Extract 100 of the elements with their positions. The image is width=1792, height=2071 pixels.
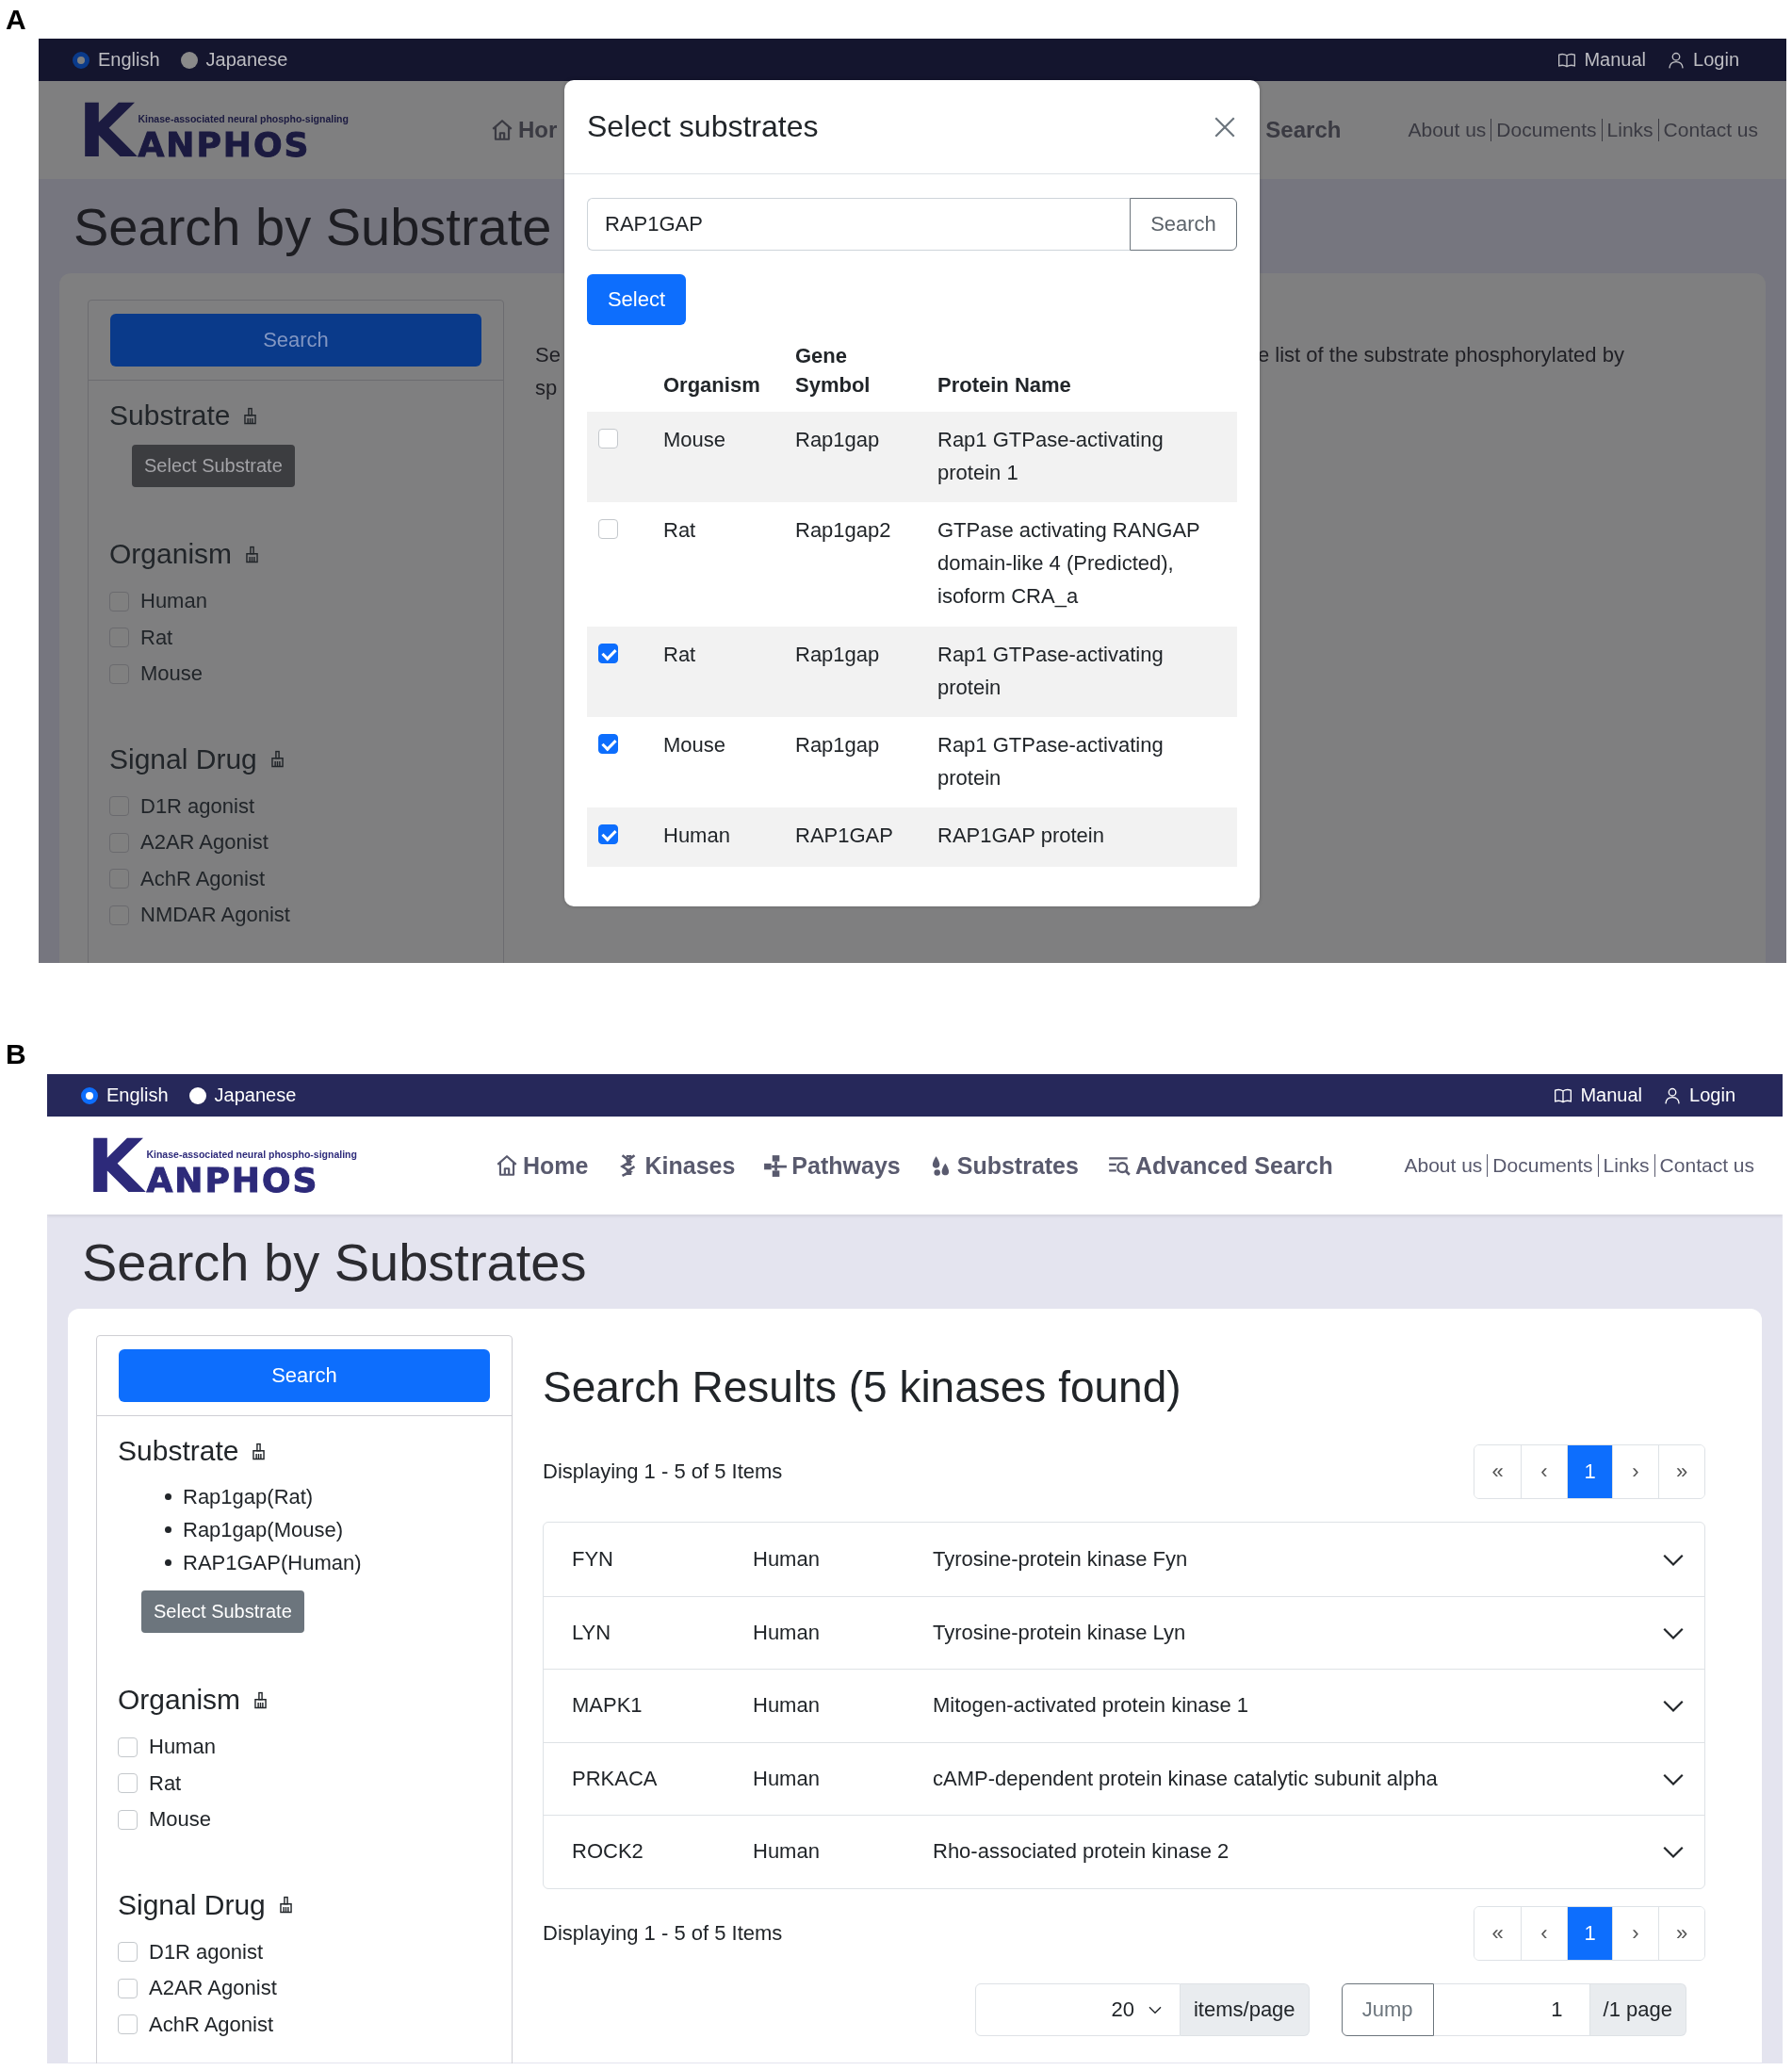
logo-letter[interactable]: K <box>78 98 136 164</box>
table-cell: Rap1gap <box>791 411 926 502</box>
substrate-item: RAP1GAP(Human) <box>183 1550 362 1575</box>
language-label[interactable]: English <box>98 49 160 71</box>
checkbox-label[interactable]: Human <box>140 589 207 614</box>
user-icon[interactable] <box>1667 50 1686 70</box>
logo-tagline[interactable]: Kinase-associated neural phospho-signaling <box>138 113 349 124</box>
checkbox-label[interactable]: Human <box>149 1735 216 1760</box>
select-button[interactable]: Select <box>587 274 686 325</box>
result-row[interactable]: LYN Human Tyrosine-protein kinase Lyn <box>544 1595 1704 1669</box>
language-label[interactable]: Japanese <box>214 1084 297 1106</box>
result-row[interactable]: ROCK2 Human Rho-associated protein kinase 2 <box>544 1815 1704 1888</box>
network-icon[interactable] <box>763 1153 789 1178</box>
top-link[interactable]: Login <box>1689 1084 1735 1106</box>
checkbox-label[interactable]: Rat <box>149 1770 182 1796</box>
checkbox[interactable] <box>118 1809 138 1830</box>
page-button[interactable]: 1 <box>1567 1445 1612 1498</box>
checkbox[interactable] <box>598 518 618 539</box>
nav-link[interactable]: Pathways <box>791 1151 901 1180</box>
table-cell: RAP1GAP protein <box>926 807 1237 868</box>
jump-button[interactable]: Jump <box>1341 1982 1434 2036</box>
user-icon[interactable] <box>1663 1085 1683 1105</box>
description-text: sp <box>535 376 559 401</box>
select-substrate-button[interactable]: Select Substrate <box>141 1590 304 1633</box>
top-link[interactable]: Login <box>1693 49 1739 71</box>
header-link[interactable]: Links <box>1603 1154 1650 1177</box>
nav-link[interactable]: Kinases <box>644 1151 736 1180</box>
search-button[interactable]: Search <box>110 314 481 367</box>
protein-name: Tyrosine-protein kinase Lyn <box>933 1620 1187 1645</box>
page-count-label: /1 page <box>1589 1982 1686 2036</box>
organism-text: Human <box>753 1620 821 1645</box>
radio-button[interactable] <box>180 51 198 69</box>
search-field[interactable]: RAP1GAP <box>587 198 1130 251</box>
page-number-field[interactable]: 1 <box>1433 1982 1590 2036</box>
protein-name: Tyrosine-protein kinase Fyn <box>933 1546 1189 1572</box>
radio-button[interactable] <box>188 1086 206 1104</box>
radio-button[interactable] <box>81 1086 98 1104</box>
home-icon[interactable] <box>490 118 514 142</box>
header-link[interactable]: About us <box>1404 1154 1483 1177</box>
checkbox[interactable] <box>118 1737 138 1757</box>
nav-link[interactable]: Home <box>523 1151 589 1180</box>
checkbox-label[interactable]: AchR Agonist <box>140 866 266 891</box>
checkbox[interactable] <box>598 824 618 845</box>
search-button[interactable]: Search <box>119 1349 490 1402</box>
checkbox[interactable] <box>118 1773 138 1794</box>
result-row[interactable]: FYN Human Tyrosine-protein kinase Fyn <box>544 1523 1704 1596</box>
logo-wordmark[interactable]: ANPHOS <box>138 126 349 164</box>
checkbox-label[interactable]: A2AR Agonist <box>149 1976 277 2001</box>
search-button[interactable]: Search <box>1130 198 1237 251</box>
result-row[interactable]: PRKACA Human cAMP-dependent protein kinase catalytic subunit alpha <box>544 1741 1704 1815</box>
nav-link[interactable]: Substrates <box>956 1151 1079 1180</box>
page-button[interactable]: » <box>1658 1445 1704 1498</box>
nav-link[interactable]: Advanced Search <box>1134 1151 1333 1180</box>
table-cell: Rap1gap <box>791 626 926 717</box>
checkbox-label[interactable]: A2AR Agonist <box>140 830 269 856</box>
column-header: Gene Symbol <box>791 333 926 412</box>
protein-name: cAMP-dependent protein kinase catalytic subunit alpha <box>933 1766 1439 1791</box>
gene-symbol: MAPK1 <box>572 1693 643 1719</box>
checkbox[interactable] <box>118 1942 138 1963</box>
page-button[interactable]: » <box>1658 1906 1704 1960</box>
radio-button[interactable] <box>73 51 90 69</box>
table-cell: RAP1GAP <box>791 807 926 868</box>
page-size-select[interactable]: 20 <box>974 1982 1181 2036</box>
header-link[interactable]: Documents <box>1492 1154 1593 1177</box>
section-heading: Signal Drug <box>109 742 257 775</box>
header-link[interactable]: Contact us <box>1659 1154 1754 1177</box>
checkbox-label[interactable]: Rat <box>140 625 173 650</box>
organism-text: Human <box>753 1693 821 1719</box>
logo-letter[interactable]: K <box>87 1133 144 1199</box>
logo-wordmark[interactable]: ANPHOS <box>146 1162 357 1199</box>
checkbox[interactable] <box>598 428 618 448</box>
page-button[interactable]: 1 <box>1567 1906 1612 1960</box>
gene-symbol: ROCK2 <box>572 1839 644 1865</box>
checkbox-label[interactable]: Mouse <box>140 661 204 687</box>
checkbox-label[interactable]: Mouse <box>149 1807 212 1833</box>
gene-symbol: PRKACA <box>572 1766 659 1791</box>
checkbox-label[interactable]: D1R agonist <box>140 793 255 819</box>
description-text: Se <box>535 343 562 368</box>
organism-text: Human <box>753 1766 821 1791</box>
result-row[interactable]: MAPK1 Human Mitogen-activated protein kinase 1 <box>544 1669 1704 1742</box>
top-link[interactable]: Manual <box>1580 1084 1643 1106</box>
checkbox-label[interactable]: NMDAR Agonist <box>140 903 290 928</box>
checkbox[interactable] <box>118 2014 138 2035</box>
checkbox-label[interactable]: AchR Agonist <box>149 2012 274 2037</box>
checkbox-label[interactable]: D1R agonist <box>149 1939 264 1965</box>
home-icon[interactable] <box>495 1153 519 1178</box>
checkbox[interactable] <box>118 1978 138 1998</box>
table-cell: Mouse <box>660 716 791 808</box>
table-cell: Rat <box>660 501 791 627</box>
column-header: Organism <box>660 333 791 412</box>
language-label[interactable]: Japanese <box>205 49 288 71</box>
top-link[interactable]: Manual <box>1584 49 1647 71</box>
select-substrate-button[interactable]: Select Substrate <box>132 445 295 487</box>
language-label[interactable]: English <box>106 1084 169 1106</box>
table-cell: Rat <box>660 626 791 717</box>
checkbox[interactable] <box>598 643 618 663</box>
bullet-icon <box>165 1493 171 1500</box>
logo-tagline[interactable]: Kinase-associated neural phospho-signaling <box>146 1149 357 1160</box>
page-title: Search by Substrate <box>73 195 552 257</box>
checkbox[interactable] <box>598 733 618 754</box>
